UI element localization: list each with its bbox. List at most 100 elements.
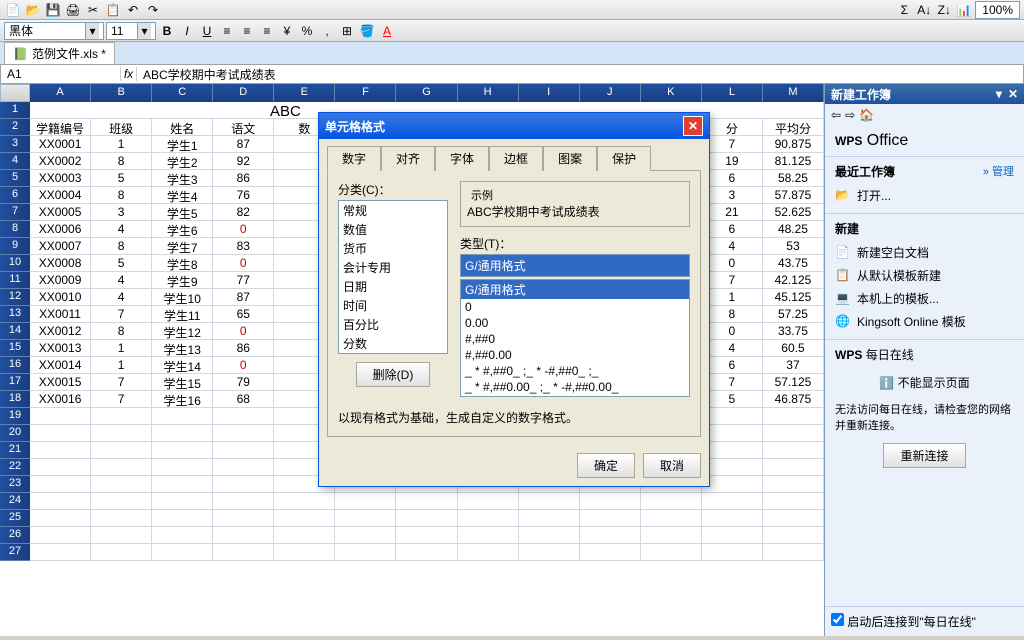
cell[interactable]: XX0010 xyxy=(30,289,91,306)
cell[interactable] xyxy=(763,544,824,561)
cell[interactable] xyxy=(396,527,457,544)
cell[interactable]: 19 xyxy=(702,153,763,170)
formula-input[interactable]: ABC学校期中考试成绩表 xyxy=(137,66,1023,83)
dialog-tab[interactable]: 对齐 xyxy=(381,146,435,171)
cell[interactable] xyxy=(580,510,641,527)
cell[interactable]: 7 xyxy=(91,391,152,408)
row-header[interactable]: 9 xyxy=(0,238,30,255)
cell[interactable]: 4 xyxy=(702,238,763,255)
cell[interactable]: XX0001 xyxy=(30,136,91,153)
sidebar-new-item[interactable]: 🌐Kingsoft Online 模板 xyxy=(835,310,1014,333)
font-size-select[interactable]: 11▾ xyxy=(106,22,156,40)
cell[interactable] xyxy=(152,459,213,476)
format-item[interactable]: #,##0.00 xyxy=(461,347,689,363)
cell[interactable] xyxy=(30,510,91,527)
sidebar-new-item[interactable]: 💻本机上的模板... xyxy=(835,287,1014,310)
cell[interactable]: 学籍编号 xyxy=(30,119,91,136)
cell[interactable] xyxy=(763,527,824,544)
cell[interactable] xyxy=(152,425,213,442)
align-right-icon[interactable]: ≡ xyxy=(258,22,276,40)
cell[interactable]: 42.125 xyxy=(763,272,824,289)
chevron-down-icon[interactable]: ▾ xyxy=(137,23,151,39)
cell[interactable]: 7 xyxy=(702,136,763,153)
cell[interactable] xyxy=(335,510,396,527)
cell[interactable]: XX0011 xyxy=(30,306,91,323)
cell[interactable] xyxy=(274,493,335,510)
cell[interactable]: 90.875 xyxy=(763,136,824,153)
col-header[interactable]: K xyxy=(641,84,702,102)
cell[interactable]: 0 xyxy=(213,323,274,340)
sidebar-new-item[interactable]: 📄新建空白文档 xyxy=(835,241,1014,264)
category-item[interactable]: 货币 xyxy=(339,239,447,258)
italic-icon[interactable]: I xyxy=(178,22,196,40)
chevron-down-icon[interactable]: ▾ xyxy=(85,23,99,39)
cell[interactable] xyxy=(91,510,152,527)
comma-icon[interactable]: , xyxy=(318,22,336,40)
cell[interactable] xyxy=(702,442,763,459)
cell[interactable] xyxy=(152,527,213,544)
cell[interactable]: 0 xyxy=(702,323,763,340)
cell[interactable]: 0 xyxy=(702,255,763,272)
startup-checkbox[interactable]: 启动后连接到"每日在线" xyxy=(831,615,976,629)
format-item[interactable]: 0 xyxy=(461,299,689,315)
cell[interactable]: 81.125 xyxy=(763,153,824,170)
cell[interactable]: 5 xyxy=(91,170,152,187)
cell[interactable]: 6 xyxy=(702,357,763,374)
cell[interactable] xyxy=(213,527,274,544)
row-header[interactable]: 22 xyxy=(0,459,30,476)
row-header[interactable]: 5 xyxy=(0,170,30,187)
cell[interactable]: 学生15 xyxy=(152,374,213,391)
row-header[interactable]: 25 xyxy=(0,510,30,527)
col-header[interactable]: A xyxy=(30,84,91,102)
cell[interactable] xyxy=(763,408,824,425)
new-icon[interactable]: 📄 xyxy=(4,1,22,19)
cell[interactable] xyxy=(580,527,641,544)
cell[interactable] xyxy=(91,442,152,459)
cell[interactable]: 0 xyxy=(213,357,274,374)
cell[interactable]: 57.875 xyxy=(763,187,824,204)
cell[interactable] xyxy=(152,476,213,493)
cell[interactable] xyxy=(396,493,457,510)
row-header[interactable]: 4 xyxy=(0,153,30,170)
cell[interactable] xyxy=(91,493,152,510)
row-header[interactable]: 16 xyxy=(0,357,30,374)
cell[interactable] xyxy=(213,408,274,425)
cell[interactable]: 分 xyxy=(702,119,763,136)
name-box-input[interactable]: A1 xyxy=(1,67,121,81)
cell[interactable] xyxy=(519,527,580,544)
col-header[interactable]: D xyxy=(213,84,274,102)
cancel-button[interactable]: 取消 xyxy=(643,453,701,478)
save-icon[interactable]: 💾 xyxy=(44,1,62,19)
row-header[interactable]: 10 xyxy=(0,255,30,272)
cell[interactable]: 21 xyxy=(702,204,763,221)
cell[interactable]: 学生7 xyxy=(152,238,213,255)
row-header[interactable]: 19 xyxy=(0,408,30,425)
close-button[interactable]: ✕ xyxy=(683,116,703,136)
back-icon[interactable]: ⇦ xyxy=(831,108,841,122)
col-header[interactable]: C xyxy=(152,84,213,102)
close-icon[interactable]: ✕ xyxy=(1008,87,1018,101)
cell[interactable]: 班级 xyxy=(91,119,152,136)
open-file-link[interactable]: 📂打开... xyxy=(835,184,1014,207)
format-item[interactable]: _ * #,##0_ ;_ * -#,##0_ ;_ xyxy=(461,363,689,379)
percent-icon[interactable]: % xyxy=(298,22,316,40)
cell[interactable]: XX0004 xyxy=(30,187,91,204)
cell[interactable]: 学生4 xyxy=(152,187,213,204)
font-color-icon[interactable]: A xyxy=(378,22,396,40)
zoom-display[interactable]: 100% xyxy=(975,1,1020,19)
dialog-tab[interactable]: 保护 xyxy=(597,146,651,171)
cell[interactable] xyxy=(580,493,641,510)
row-header[interactable]: 1 xyxy=(0,102,30,119)
cell[interactable]: XX0009 xyxy=(30,272,91,289)
align-left-icon[interactable]: ≡ xyxy=(218,22,236,40)
cell[interactable]: 学生3 xyxy=(152,170,213,187)
fill-color-icon[interactable]: 🪣 xyxy=(358,22,376,40)
cell[interactable] xyxy=(702,527,763,544)
cell[interactable] xyxy=(763,510,824,527)
cell[interactable]: 87 xyxy=(213,289,274,306)
cell[interactable] xyxy=(274,510,335,527)
format-item[interactable]: _ ¥ * #,##0_ ;_ ¥ * -#,##0_ ;_ xyxy=(461,395,689,397)
cell[interactable]: XX0005 xyxy=(30,204,91,221)
cell[interactable] xyxy=(91,408,152,425)
cell[interactable]: 1 xyxy=(702,289,763,306)
